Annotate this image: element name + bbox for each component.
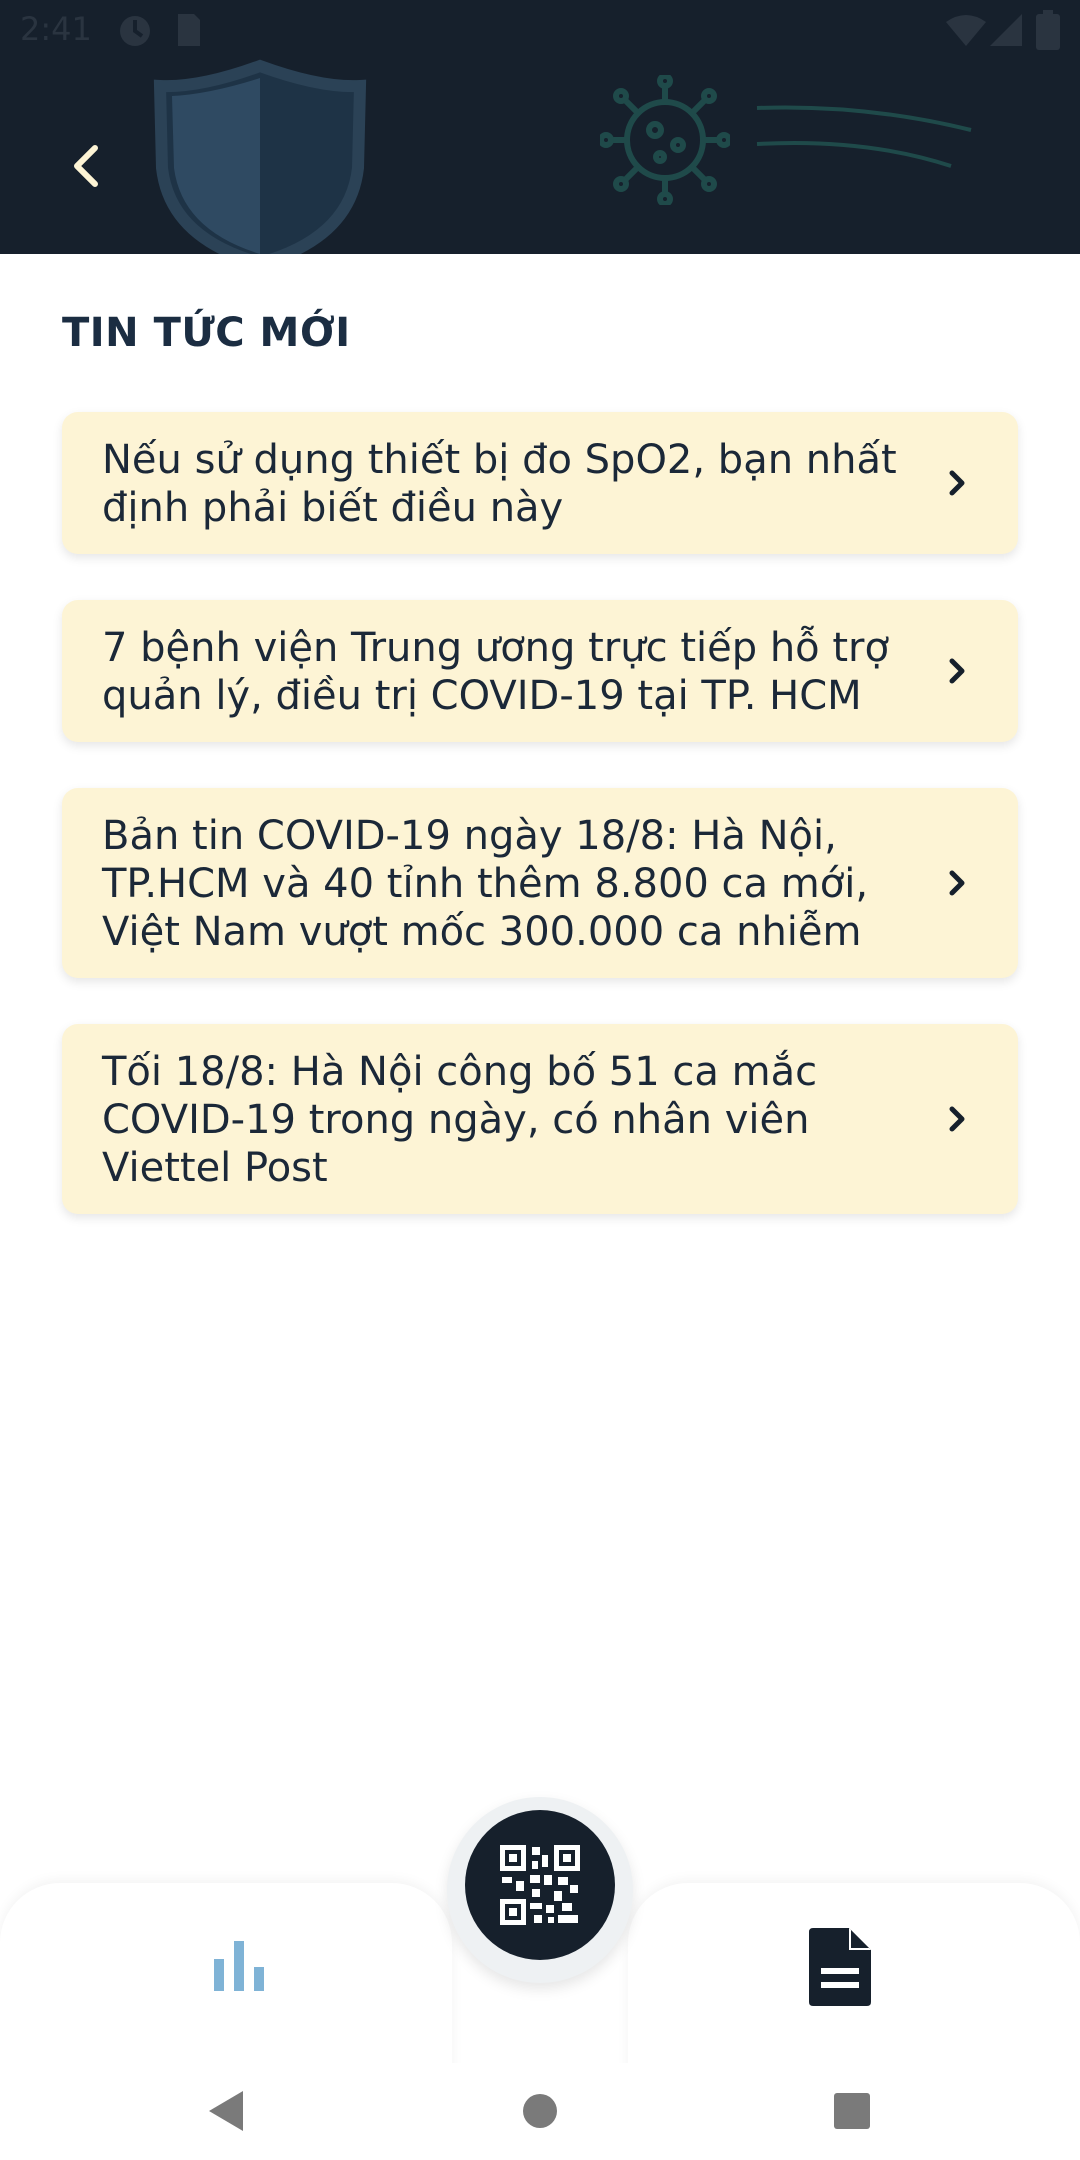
motion-lines-decor [756, 105, 972, 168]
sync-icon [120, 16, 150, 46]
document-icon [809, 1928, 871, 2006]
status-time: 2:41 [20, 10, 92, 48]
news-list: Nếu sử dụng thiết bị đo SpO2, bạn nhất đ… [62, 412, 1018, 1260]
system-back-button[interactable] [196, 2081, 256, 2141]
virus-icon [600, 75, 730, 205]
back-button[interactable] [56, 136, 116, 196]
system-nav-bar [0, 2063, 1080, 2160]
sim-card-icon [178, 14, 200, 46]
chevron-left-icon [74, 145, 98, 187]
news-item-title: Bản tin COVID-19 ngày 18/8: Hà Nội, TP.H… [102, 813, 869, 955]
section-title: TIN TỨC MỚI [62, 310, 351, 356]
chevron-right-icon [949, 870, 965, 896]
header-banner: 2:41 [0, 0, 1080, 254]
news-item[interactable]: Nếu sử dụng thiết bị đo SpO2, bạn nhất đ… [62, 412, 1018, 554]
back-triangle-icon [209, 2091, 243, 2131]
wifi-icon [946, 15, 986, 46]
stats-tab[interactable] [200, 1930, 280, 2000]
bar-chart-icon [214, 1941, 264, 1991]
news-item[interactable]: Tối 18/8: Hà Nội công bố 51 ca mắc COVID… [62, 1024, 1018, 1214]
news-item-title: 7 bệnh viện Trung ương trực tiếp hỗ trợ … [102, 625, 889, 719]
news-screen: 2:41 TIN TỨC MỚI Nếu sử dụng thiết bị đo… [0, 0, 1080, 2160]
chevron-right-icon [949, 470, 965, 496]
qr-code-icon [500, 1845, 580, 1925]
shield-icon [153, 59, 367, 254]
news-item[interactable]: 7 bệnh viện Trung ương trực tiếp hỗ trợ … [62, 600, 1018, 742]
chevron-right-icon [949, 1106, 965, 1132]
recents-square-icon [834, 2093, 870, 2129]
battery-icon [1036, 10, 1060, 50]
qr-scan-button[interactable] [465, 1810, 615, 1960]
system-home-button[interactable] [510, 2081, 570, 2141]
news-item-title: Nếu sử dụng thiết bị đo SpO2, bạn nhất đ… [102, 437, 897, 531]
news-item-title: Tối 18/8: Hà Nội công bố 51 ca mắc COVID… [102, 1049, 818, 1191]
news-item[interactable]: Bản tin COVID-19 ngày 18/8: Hà Nội, TP.H… [62, 788, 1018, 978]
signal-icon [990, 14, 1022, 46]
home-circle-icon [523, 2094, 557, 2128]
status-bar: 2:41 [0, 0, 1080, 62]
document-tab[interactable] [800, 1922, 880, 2012]
chevron-right-icon [949, 658, 965, 684]
system-recents-button[interactable] [822, 2081, 882, 2141]
